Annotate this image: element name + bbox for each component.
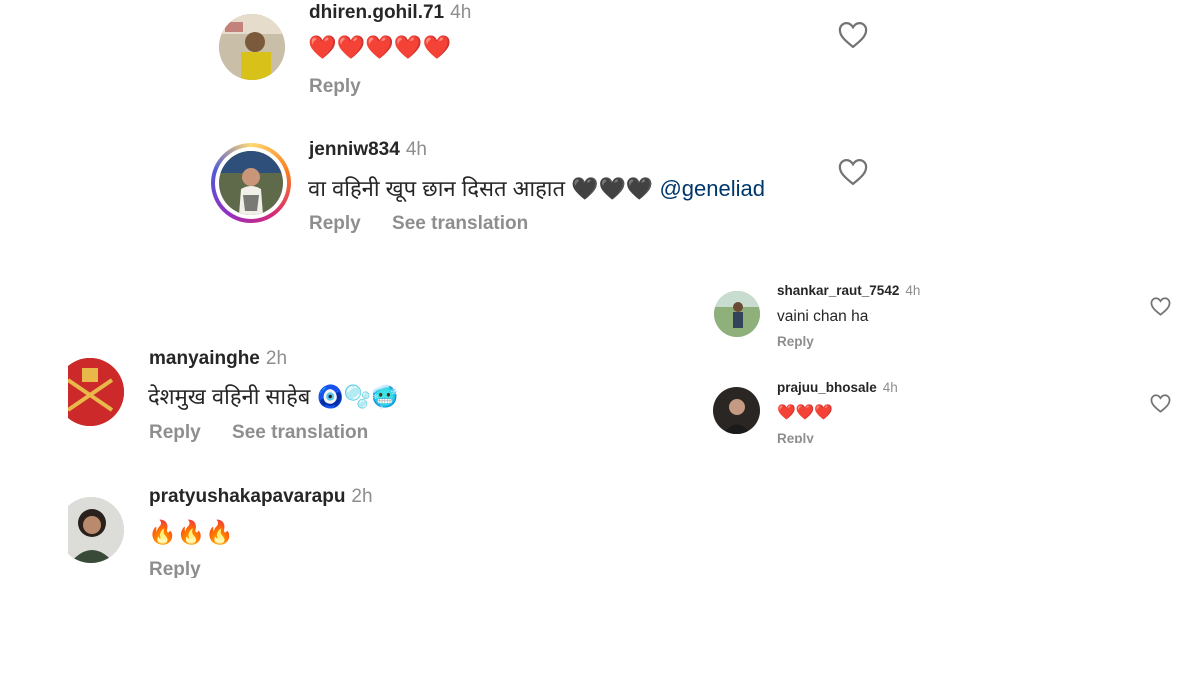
- comment-text: वा वहिनी खूप छान दिसत आहात 🖤🖤🖤 @geneliad: [308, 173, 765, 203]
- comment-actions: Reply See translation: [309, 213, 528, 235]
- comment-username[interactable]: dhiren.gohil.71 4h: [309, 2, 471, 24]
- avatar[interactable]: [713, 387, 760, 434]
- comment-time: 4h: [905, 283, 921, 298]
- comment-actions: Reply: [777, 431, 814, 443]
- reply-button[interactable]: Reply: [309, 76, 361, 97]
- avatar-photo-icon: [714, 291, 760, 337]
- reply-button[interactable]: Reply: [309, 213, 361, 234]
- comment-username[interactable]: prajuu_bhosale 4h: [777, 380, 898, 395]
- avatar[interactable]: [219, 14, 285, 80]
- avatar-clip: [68, 497, 124, 563]
- avatar[interactable]: [68, 358, 124, 426]
- heart-outline-icon[interactable]: [838, 21, 868, 49]
- comment-actions: Reply: [149, 559, 201, 578]
- avatar[interactable]: [714, 291, 760, 337]
- reply-button[interactable]: Reply: [777, 431, 814, 443]
- heart-outline-icon[interactable]: [1150, 297, 1171, 316]
- comment-actions: Reply: [309, 76, 361, 98]
- comment-text: 🔥🔥🔥: [148, 519, 234, 545]
- comment-body: वा वहिनी खूप छान दिसत आहात 🖤🖤🖤: [308, 176, 654, 201]
- army-emblem-icon: [68, 358, 124, 426]
- comment-text: देशमुख वहिनी साहेब 🧿🫧🥶: [148, 384, 399, 409]
- see-translation-button[interactable]: See translation: [232, 422, 368, 443]
- comment-text: vaini chan ha: [777, 308, 869, 325]
- comment-username[interactable]: manyainghe 2h: [149, 348, 287, 370]
- comment-text: ❤️❤️❤️: [777, 404, 834, 421]
- comment-text: ❤️❤️❤️❤️❤️: [308, 34, 452, 60]
- reply-button[interactable]: Reply: [149, 422, 201, 443]
- comment-actions: Reply See translation: [149, 422, 368, 444]
- heart-outline-icon[interactable]: [1150, 394, 1171, 413]
- comment-time: 4h: [882, 380, 898, 395]
- reply-clip: Reply: [777, 430, 837, 443]
- avatar-photo-icon: [68, 497, 124, 563]
- avatar[interactable]: [68, 497, 124, 563]
- comment-time: 4h: [405, 139, 427, 160]
- comment-username[interactable]: jenniw834 4h: [309, 139, 427, 161]
- avatar-clip: [68, 358, 124, 426]
- comment-actions: Reply: [777, 334, 814, 349]
- avatar[interactable]: [219, 151, 283, 215]
- username-text[interactable]: jenniw834: [309, 139, 400, 160]
- reply-button[interactable]: Reply: [777, 334, 814, 349]
- heart-outline-icon[interactable]: [838, 158, 868, 186]
- avatar-photo-icon: [219, 151, 283, 215]
- comment-time: 2h: [351, 486, 373, 507]
- comment-time: 2h: [265, 348, 288, 369]
- username-text[interactable]: dhiren.gohil.71: [309, 2, 444, 23]
- reply-button[interactable]: Reply: [149, 559, 201, 578]
- comment-time: 4h: [450, 2, 472, 23]
- comment-username[interactable]: shankar_raut_7542 4h: [777, 283, 920, 298]
- comment-username[interactable]: pratyushakapavarapu 2h: [149, 486, 373, 508]
- username-text[interactable]: shankar_raut_7542: [777, 283, 899, 298]
- username-text[interactable]: manyainghe: [149, 348, 260, 369]
- avatar-photo-icon: [713, 387, 760, 434]
- mention-link[interactable]: @geneliad: [659, 176, 765, 201]
- username-text[interactable]: pratyushakapavarapu: [149, 486, 345, 507]
- reply-clip: Reply: [149, 556, 229, 578]
- see-translation-button[interactable]: See translation: [392, 213, 528, 234]
- username-text[interactable]: prajuu_bhosale: [777, 380, 877, 395]
- avatar-photo-icon: [219, 14, 285, 80]
